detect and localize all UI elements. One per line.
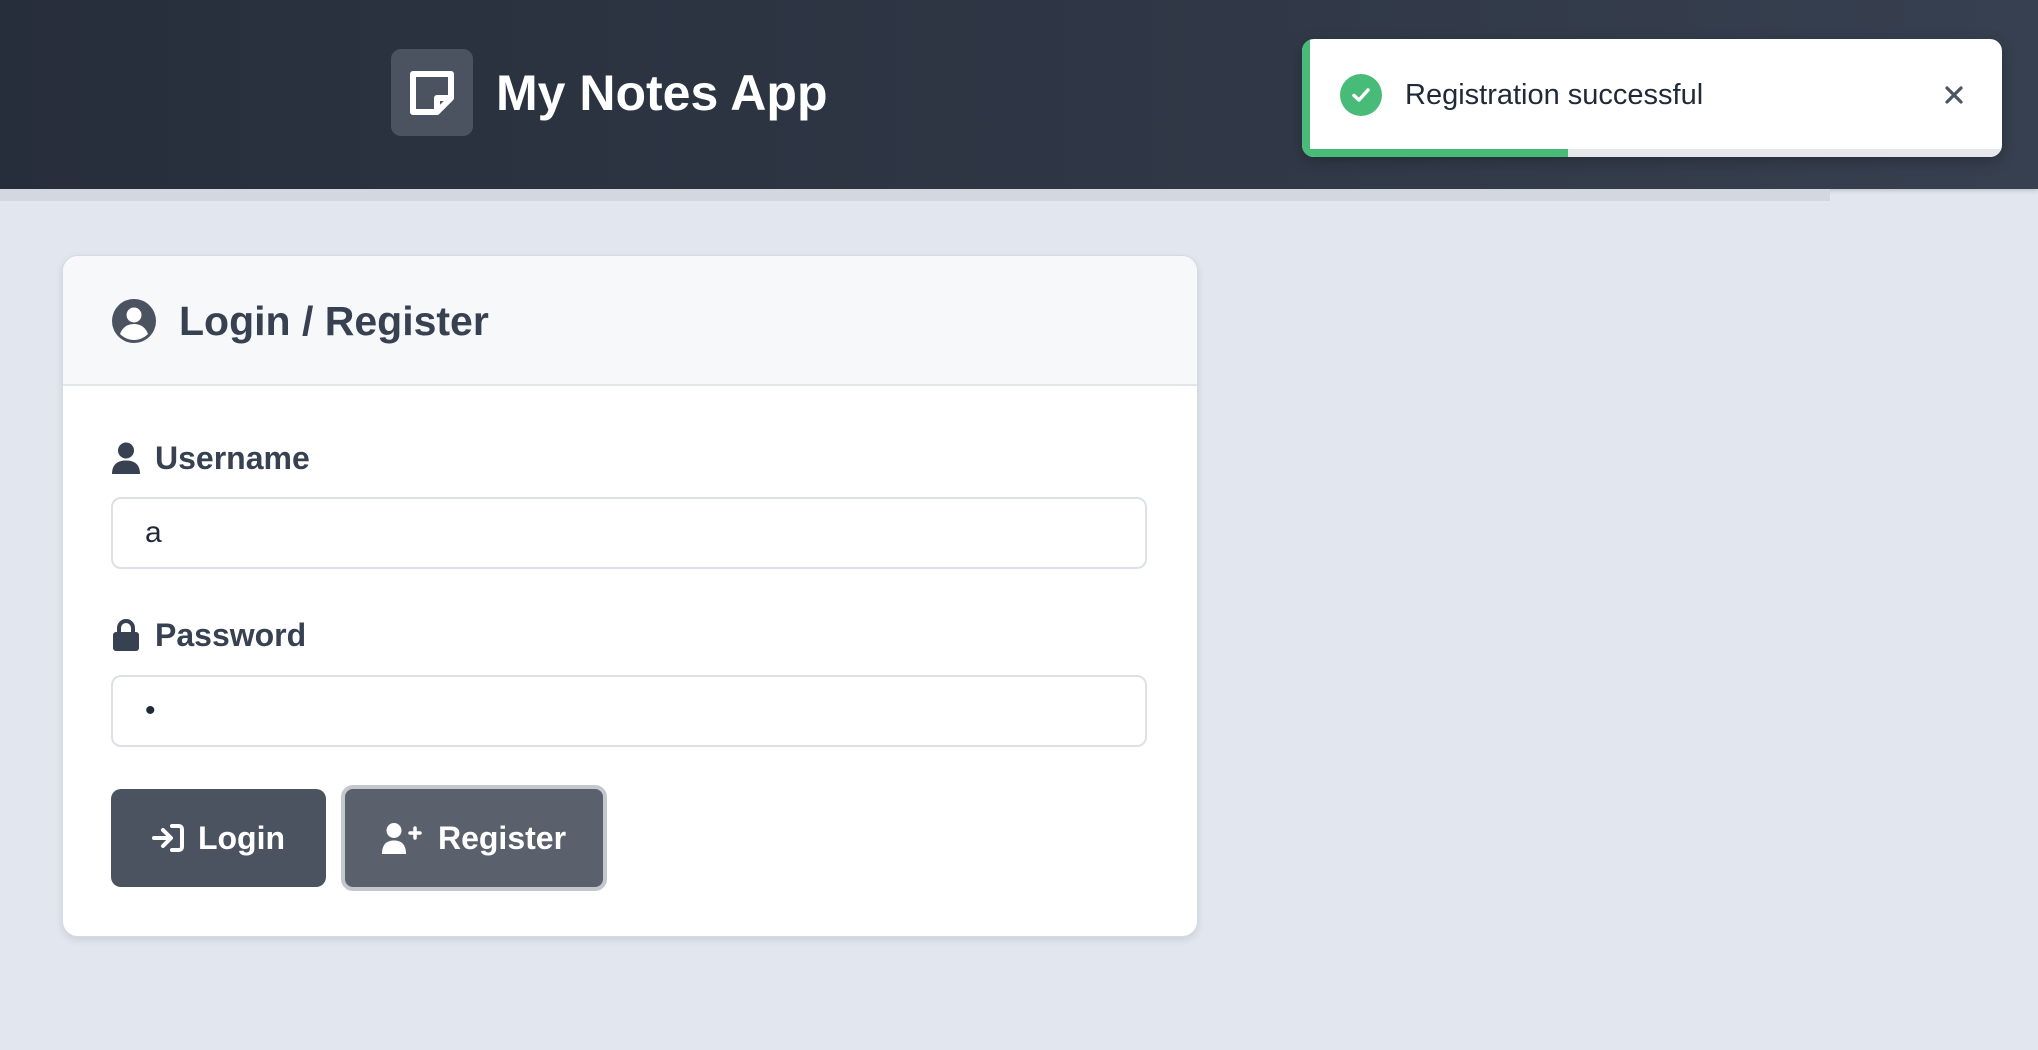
password-label: Password [111, 615, 306, 655]
password-label-text: Password [155, 616, 307, 653]
header-divider [0, 189, 1830, 201]
register-button[interactable]: Register [341, 785, 607, 891]
lock-icon [111, 618, 141, 652]
toast-close-button[interactable] [1936, 77, 1972, 113]
login-button-label: Login [197, 819, 286, 856]
username-input[interactable] [111, 497, 1147, 569]
note-icon [391, 49, 473, 136]
login-button[interactable]: Login [111, 789, 326, 887]
password-input[interactable] [111, 675, 1147, 747]
card-header: Login / Register [63, 256, 1197, 386]
user-circle-icon [112, 299, 156, 343]
toast-accent-bar [1302, 39, 1310, 157]
login-register-card: Login / Register Username Password [62, 255, 1198, 937]
close-icon [1945, 86, 1963, 104]
username-label-text: Username [155, 439, 310, 476]
user-icon [111, 441, 141, 475]
toast-progress-bar [1302, 149, 1568, 157]
toast-progress-track [1302, 149, 2002, 157]
card-title: Login / Register [179, 298, 489, 344]
register-button-label: Register [437, 819, 567, 856]
success-toast: Registration successful [1302, 39, 2002, 157]
username-label: Username [111, 438, 310, 478]
toast-message: Registration successful [1405, 79, 1704, 111]
app-title: My Notes App [496, 65, 828, 121]
user-plus-icon [381, 822, 424, 854]
sign-in-icon [151, 823, 184, 853]
check-circle-icon [1340, 74, 1382, 116]
